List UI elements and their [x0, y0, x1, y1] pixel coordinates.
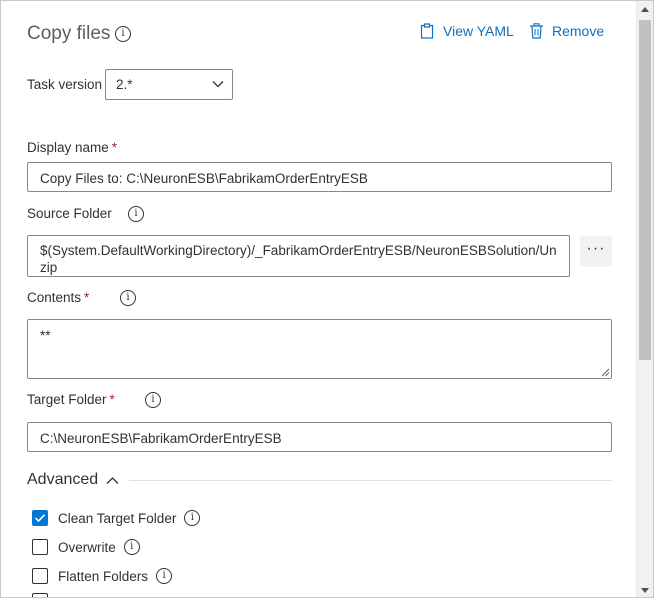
required-marker: *: [84, 290, 90, 305]
remove-button[interactable]: Remove: [529, 23, 604, 39]
overwrite-option[interactable]: Overwrite i: [32, 539, 140, 555]
source-folder-label: Source Folder: [27, 206, 112, 221]
scroll-up-icon[interactable]: [641, 7, 649, 12]
flatten-folders-label: Flatten Folders: [58, 568, 149, 584]
section-divider: [129, 480, 612, 481]
checkmark-icon: [34, 514, 46, 523]
scrollbar-thumb[interactable]: [639, 20, 651, 360]
info-icon[interactable]: i: [184, 510, 201, 526]
clean-target-folder-label: Clean Target Folder: [58, 510, 177, 526]
source-folder-field[interactable]: $(System.DefaultWorkingDirectory)/_Fabri…: [27, 235, 570, 277]
flatten-folders-option[interactable]: Flatten Folders i: [32, 568, 173, 584]
advanced-section-toggle[interactable]: Advanced: [27, 471, 119, 489]
browse-button[interactable]: ···: [580, 236, 612, 267]
contents-value: **: [40, 328, 51, 343]
clipboard-icon: [420, 23, 434, 39]
contents-label: Contents *: [27, 290, 89, 305]
info-icon[interactable]: i: [120, 290, 136, 306]
view-yaml-label: View YAML: [443, 23, 514, 39]
info-icon[interactable]: i: [123, 539, 140, 555]
vertical-scrollbar[interactable]: [636, 1, 653, 597]
required-marker: *: [109, 392, 115, 407]
display-name-label: Display name *: [27, 140, 117, 155]
task-version-select[interactable]: 2.*: [105, 69, 233, 100]
info-icon[interactable]: i: [156, 568, 173, 584]
clean-target-folder-option[interactable]: Clean Target Folder i: [32, 510, 201, 526]
display-name-label-text: Display name: [27, 140, 109, 155]
display-name-field[interactable]: Copy Files to: C:\NeuronESB\FabrikamOrde…: [27, 162, 612, 192]
chevron-up-icon: [106, 476, 119, 484]
task-version-label: Task version: [27, 77, 103, 92]
trash-icon: [530, 23, 543, 39]
info-icon[interactable]: i: [128, 206, 144, 222]
resize-grip-icon[interactable]: [601, 368, 610, 377]
task-version-value: 2.*: [116, 77, 133, 92]
scroll-down-icon[interactable]: [641, 588, 649, 593]
target-folder-label: Target Folder *: [27, 392, 115, 407]
contents-label-text: Contents: [27, 290, 82, 305]
chevron-down-icon: [212, 81, 224, 88]
flatten-folders-checkbox[interactable]: [32, 568, 48, 584]
overwrite-checkbox[interactable]: [32, 539, 48, 555]
info-icon[interactable]: i: [145, 392, 161, 408]
clean-target-folder-checkbox[interactable]: [32, 510, 48, 526]
view-yaml-button[interactable]: View YAML: [419, 23, 514, 39]
panel-title: Copy files: [27, 23, 111, 44]
required-marker: *: [111, 140, 118, 155]
advanced-label: Advanced: [27, 471, 99, 488]
target-folder-field[interactable]: C:\NeuronESB\FabrikamOrderEntryESB: [27, 422, 612, 452]
info-icon[interactable]: i: [115, 26, 131, 42]
task-panel: Copy files i View YAML Remove Task versi…: [0, 0, 654, 598]
partially-visible-checkbox[interactable]: [32, 593, 48, 597]
overwrite-label: Overwrite: [58, 539, 116, 555]
remove-label: Remove: [552, 23, 605, 39]
contents-textarea[interactable]: **: [27, 319, 612, 379]
target-folder-label-text: Target Folder: [27, 392, 107, 407]
